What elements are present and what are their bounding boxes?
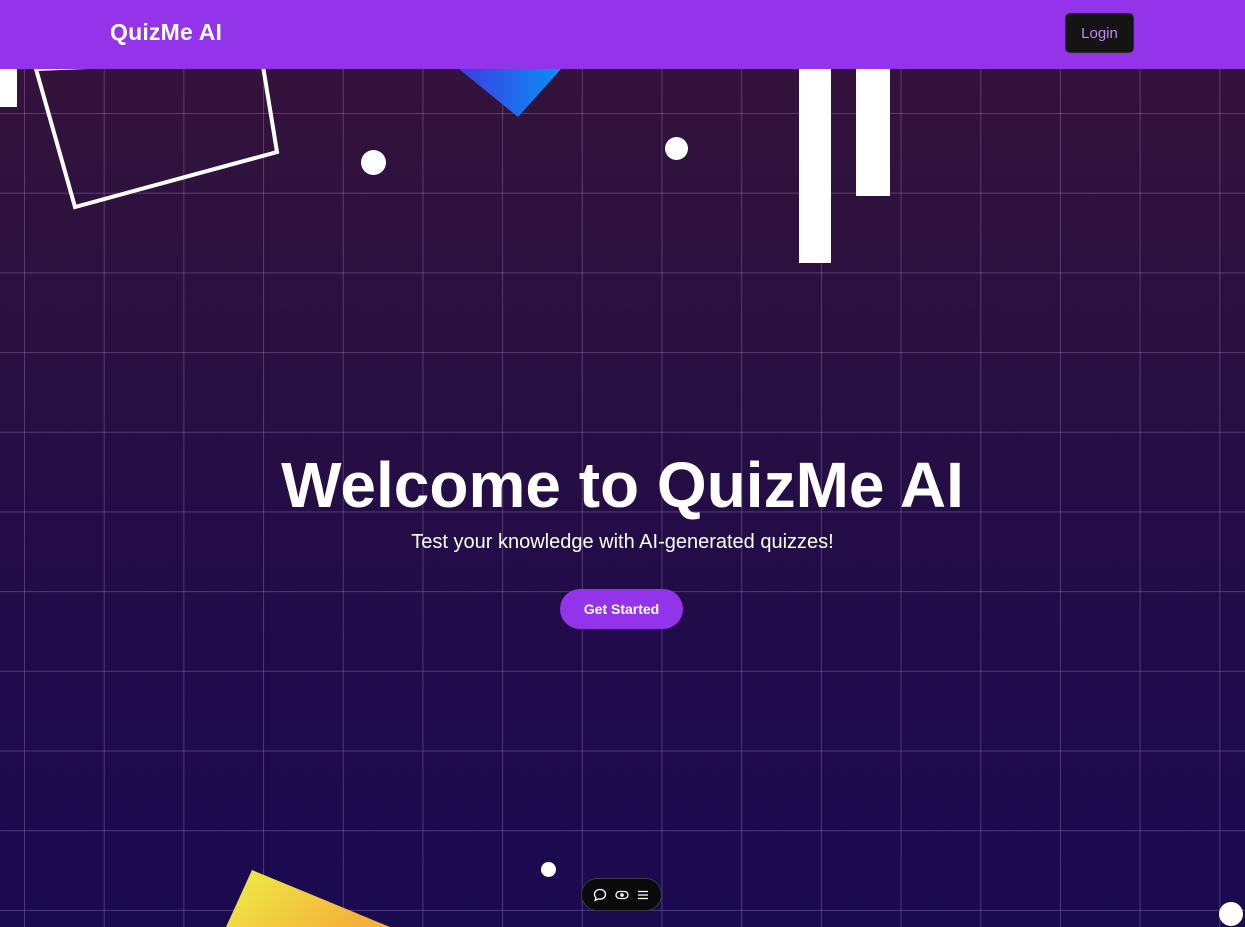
decorative-dot-grid xyxy=(2,627,27,676)
brand-logo[interactable]: QuizMe AI xyxy=(110,19,222,46)
decorative-circle xyxy=(541,862,556,877)
navbar: QuizMe AI Login xyxy=(0,0,1245,69)
decorative-dot-grid xyxy=(1193,882,1245,892)
get-started-button[interactable]: Get Started xyxy=(560,589,683,629)
decorative-circle xyxy=(1219,902,1243,926)
decorative-dot-grid xyxy=(1081,149,1165,226)
hero-subtitle: Test your knowledge with AI-generated qu… xyxy=(411,531,834,553)
floating-toolbar xyxy=(581,878,662,911)
decorative-triangle-yellow xyxy=(226,870,390,927)
decorative-circle xyxy=(361,150,386,175)
chat-icon[interactable] xyxy=(591,886,609,904)
eye-icon[interactable] xyxy=(613,886,631,904)
decorative-bar xyxy=(0,69,17,107)
decorative-square-outline xyxy=(33,60,280,210)
decorative-bar xyxy=(799,69,831,263)
menu-icon[interactable] xyxy=(634,886,652,904)
login-button[interactable]: Login xyxy=(1065,13,1134,53)
decorative-bar xyxy=(856,69,890,196)
decorative-triangle-blue xyxy=(459,69,561,117)
decorative-circle xyxy=(665,137,688,160)
hero-title: Welcome to QuizMe AI xyxy=(281,449,964,521)
